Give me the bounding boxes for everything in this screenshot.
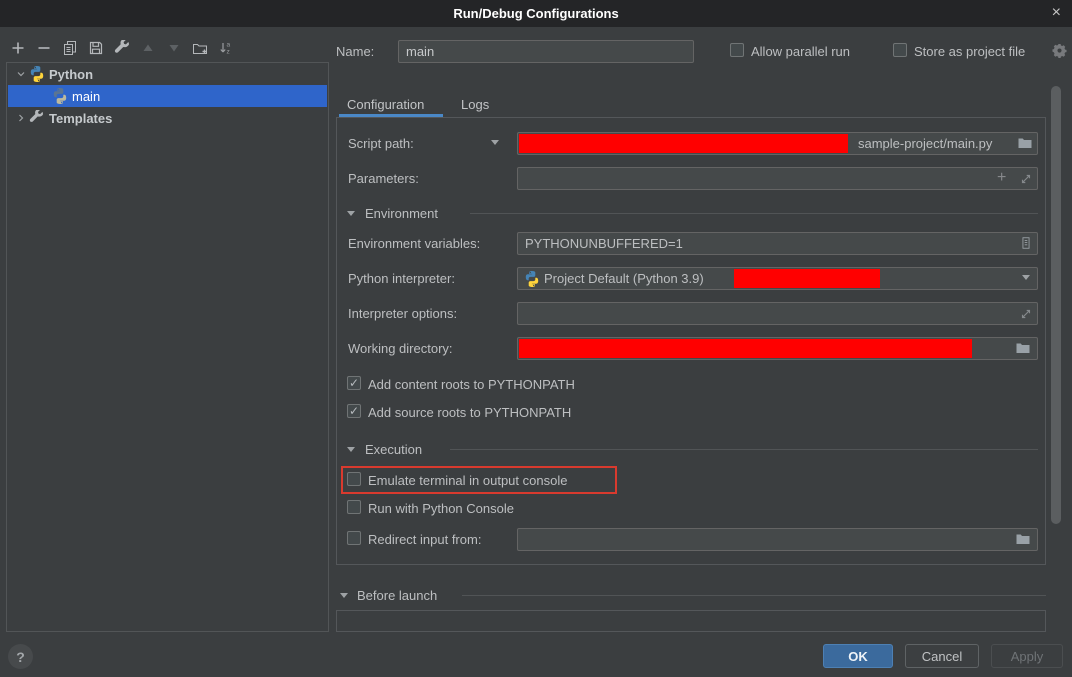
dialog-title: Run/Debug Configurations <box>453 6 618 21</box>
help-button[interactable]: ? <box>8 644 33 669</box>
tree-item-templates[interactable]: Templates <box>8 107 327 129</box>
check-icon: ✓ <box>349 377 359 389</box>
add-source-roots-label: Add source roots to PYTHONPATH <box>368 405 571 420</box>
interpreter-dropdown-icon[interactable] <box>1022 275 1030 280</box>
emulate-terminal-checkbox[interactable] <box>347 472 361 486</box>
close-icon[interactable]: × <box>1052 3 1061 23</box>
redirect-input-label: Redirect input from: <box>368 532 481 547</box>
environment-collapse-icon[interactable] <box>347 211 355 216</box>
add-source-roots-checkbox[interactable]: ✓ <box>347 404 361 418</box>
edit-templates-icon[interactable] <box>114 40 130 56</box>
vertical-scrollbar[interactable] <box>1051 86 1061 524</box>
python-icon <box>524 271 540 287</box>
save-configuration-icon[interactable] <box>88 40 104 56</box>
configurations-tree: Python main Templates <box>6 62 329 632</box>
environment-section-label: Environment <box>365 206 438 221</box>
allow-parallel-run-label: Allow parallel run <box>751 44 850 59</box>
environment-variables-label: Environment variables: <box>348 236 480 251</box>
tree-item-label: Python <box>49 67 93 82</box>
tree-item-label: Templates <box>49 111 112 126</box>
name-input[interactable] <box>398 40 694 63</box>
apply-button[interactable]: Apply <box>991 644 1063 668</box>
script-path-value: sample-project/main.py <box>851 136 992 151</box>
add-configuration-icon[interactable] <box>10 40 26 56</box>
ok-button[interactable]: OK <box>823 644 893 668</box>
edit-variables-icon[interactable] <box>1018 235 1034 251</box>
chevron-down-icon[interactable] <box>13 66 29 82</box>
add-content-roots-checkbox[interactable]: ✓ <box>347 376 361 390</box>
section-divider <box>450 449 1038 450</box>
interpreter-options-field[interactable] <box>517 302 1038 325</box>
chevron-right-icon[interactable] <box>13 110 29 126</box>
expand-field-icon[interactable] <box>1018 306 1034 322</box>
title-bar: Run/Debug Configurations × <box>0 0 1072 27</box>
section-divider <box>462 595 1046 596</box>
tab-logs[interactable]: Logs <box>461 97 489 112</box>
interpreter-options-label: Interpreter options: <box>348 306 457 321</box>
execution-collapse-icon[interactable] <box>347 447 355 452</box>
redirect-input-field[interactable] <box>517 528 1038 551</box>
tree-item-label: main <box>72 89 100 104</box>
redacted-region <box>734 269 880 288</box>
run-python-console-label: Run with Python Console <box>368 501 514 516</box>
redacted-region <box>519 339 972 358</box>
help-icon: ? <box>16 649 25 665</box>
expand-field-icon[interactable] <box>1018 171 1034 187</box>
redirect-input-checkbox[interactable] <box>347 531 361 545</box>
cancel-button[interactable]: Cancel <box>905 644 979 668</box>
move-up-icon <box>140 40 156 56</box>
before-launch-collapse-icon[interactable] <box>340 593 348 598</box>
tree-item-python[interactable]: Python <box>8 63 327 85</box>
copy-configuration-icon[interactable] <box>62 40 78 56</box>
allow-parallel-run-checkbox[interactable] <box>730 43 744 57</box>
new-folder-icon[interactable] <box>192 40 208 56</box>
store-as-project-file-label: Store as project file <box>914 44 1025 59</box>
emulate-terminal-label: Emulate terminal in output console <box>368 473 567 488</box>
script-path-dropdown-icon[interactable] <box>491 140 499 145</box>
environment-variables-field[interactable]: PYTHONUNBUFFERED=1 <box>517 232 1038 255</box>
redacted-region <box>519 134 848 153</box>
folder-browse-icon[interactable] <box>1015 340 1031 356</box>
script-path-label: Script path: <box>348 136 414 151</box>
check-icon: ✓ <box>349 405 359 417</box>
configurations-toolbar: az <box>10 38 234 58</box>
folder-browse-icon[interactable] <box>1015 531 1031 547</box>
tab-configuration[interactable]: Configuration <box>347 97 424 112</box>
add-content-roots-label: Add content roots to PYTHONPATH <box>368 377 575 392</box>
parameters-label: Parameters: <box>348 171 419 186</box>
folder-browse-icon[interactable] <box>1017 135 1033 151</box>
python-interpreter-label: Python interpreter: <box>348 271 455 286</box>
run-debug-configurations-dialog: Run/Debug Configurations × az <box>0 0 1072 677</box>
python-icon <box>52 88 68 104</box>
section-divider <box>470 213 1038 214</box>
execution-section-label: Execution <box>365 442 422 457</box>
remove-configuration-icon[interactable] <box>36 40 52 56</box>
name-label: Name: <box>336 44 374 59</box>
sort-configurations-icon[interactable]: az <box>218 40 234 56</box>
before-launch-section-label: Before launch <box>357 588 437 603</box>
gear-icon[interactable] <box>1051 42 1067 58</box>
parameters-field[interactable] <box>517 167 1038 190</box>
python-icon <box>29 66 45 82</box>
working-directory-label: Working directory: <box>348 341 453 356</box>
python-interpreter-value: Project Default (Python 3.9) <box>540 271 704 286</box>
wrench-icon <box>29 110 45 126</box>
move-down-icon <box>166 40 182 56</box>
run-python-console-checkbox[interactable] <box>347 500 361 514</box>
environment-variables-value: PYTHONUNBUFFERED=1 <box>518 236 683 251</box>
svg-text:a: a <box>227 42 231 49</box>
svg-text:z: z <box>227 49 230 56</box>
insert-macro-icon[interactable]: + <box>997 170 1006 186</box>
before-launch-task-list[interactable] <box>336 610 1046 632</box>
store-as-project-file-checkbox[interactable] <box>893 43 907 57</box>
tree-item-main[interactable]: main <box>8 85 327 107</box>
